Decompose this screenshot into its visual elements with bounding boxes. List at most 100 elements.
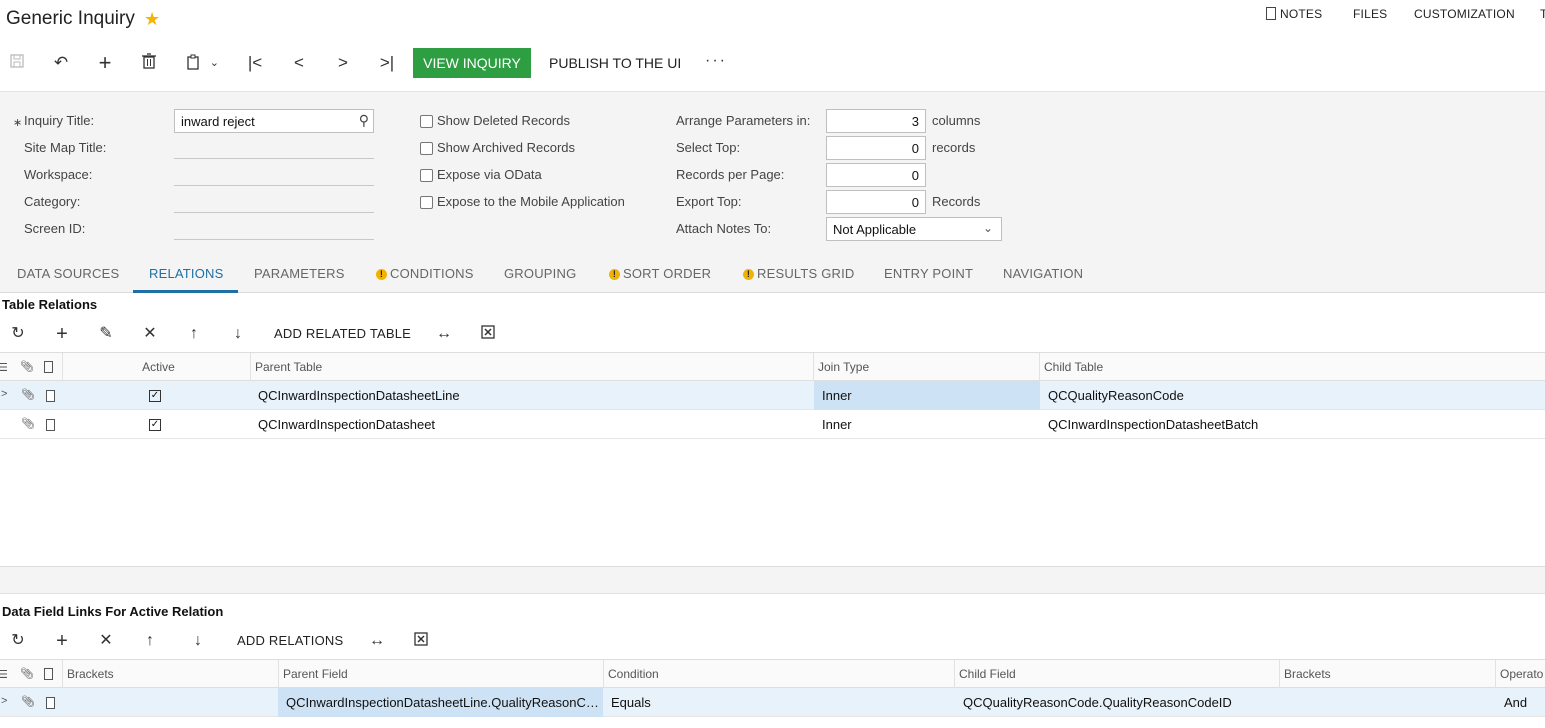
favorite-star-icon[interactable]: ★ <box>144 9 160 30</box>
col-child-table[interactable]: Child Table <box>1039 353 1545 382</box>
search-icon[interactable]: ⚲ <box>359 112 369 129</box>
export-excel-icon[interactable] <box>479 325 497 343</box>
tools-link[interactable]: T <box>1540 7 1545 21</box>
tab-grouping[interactable]: GROUPING <box>504 266 576 281</box>
row-menu-icon[interactable]: ☰ <box>0 668 8 681</box>
parent-field-cell[interactable]: QCInwardInspectionDatasheetLine.QualityR… <box>278 688 603 717</box>
delete-row-icon[interactable]: ✕ <box>97 632 115 650</box>
attachment-icon[interactable]: 📎︎ <box>21 417 35 430</box>
delete-row-icon[interactable]: ✕ <box>141 325 159 343</box>
tab-data-sources[interactable]: DATA SOURCES <box>17 266 119 281</box>
expose-odata-checkbox[interactable] <box>420 169 433 182</box>
export-excel-icon[interactable] <box>412 632 430 650</box>
save-icon[interactable] <box>7 53 27 73</box>
add-row-icon[interactable]: + <box>53 631 71 651</box>
col-active[interactable]: Active <box>62 353 250 382</box>
show-archived-checkbox[interactable] <box>420 142 433 155</box>
child-table-cell[interactable]: QCQualityReasonCode <box>1040 381 1545 410</box>
category-input[interactable] <box>174 193 374 213</box>
col-operator[interactable]: Operato <box>1495 660 1545 689</box>
join-type-cell[interactable]: Inner <box>814 410 1040 439</box>
inquiry-title-input[interactable]: inward reject ⚲ <box>174 109 374 133</box>
move-down-icon[interactable]: ↓ <box>189 632 207 650</box>
previous-record-icon[interactable]: < <box>289 53 309 73</box>
table-row[interactable]: > 📎︎ QCInwardInspectionDatasheetLine.Qua… <box>0 688 1545 717</box>
table-row[interactable]: > 📎︎ ✓ QCInwardInspectionDatasheetLine I… <box>0 381 1545 410</box>
add-icon[interactable]: + <box>95 52 115 74</box>
undo-icon[interactable]: ↶ <box>51 53 71 73</box>
export-top-input[interactable]: 0 <box>826 190 926 214</box>
more-menu-icon[interactable]: ··· <box>705 52 727 70</box>
attach-notes-select[interactable]: Not Applicable ⌄ <box>826 217 1002 241</box>
active-checkbox[interactable]: ✓ <box>149 390 161 402</box>
move-down-icon[interactable]: ↓ <box>229 325 247 343</box>
col-parent-table[interactable]: Parent Table <box>250 353 813 382</box>
move-up-icon[interactable]: ↑ <box>185 325 203 343</box>
col-child-field[interactable]: Child Field <box>954 660 1279 689</box>
note-icon[interactable] <box>46 419 55 431</box>
child-field-cell[interactable]: QCQualityReasonCode.QualityReasonCodeID <box>955 688 1279 717</box>
child-table-cell[interactable]: QCInwardInspectionDatasheetBatch <box>1040 410 1545 439</box>
row-menu-icon[interactable]: ☰ <box>0 361 8 374</box>
tab-conditions[interactable]: ! CONDITIONS <box>376 266 474 281</box>
operator-cell[interactable]: And <box>1496 688 1545 717</box>
warning-icon: ! <box>743 269 754 280</box>
attach-notes-label: Attach Notes To: <box>676 221 772 236</box>
attachment-icon[interactable]: 📎︎ <box>21 695 35 708</box>
refresh-icon[interactable]: ↻ <box>9 632 27 650</box>
view-inquiry-button[interactable]: VIEW INQUIRY <box>413 48 531 78</box>
tab-results-grid[interactable]: ! RESULTS GRID <box>743 266 855 281</box>
notes-link[interactable]: NOTES <box>1266 7 1322 21</box>
next-record-icon[interactable]: > <box>333 53 353 73</box>
col-brackets-close[interactable]: Brackets <box>1279 660 1495 689</box>
tab-relations[interactable]: RELATIONS <box>149 266 224 281</box>
attachment-icon[interactable]: 📎︎ <box>21 388 35 401</box>
active-checkbox[interactable]: ✓ <box>149 419 161 431</box>
workspace-input[interactable] <box>174 166 374 186</box>
splitter-bar[interactable] <box>0 566 1545 594</box>
arrange-parameters-input[interactable]: 3 <box>826 109 926 133</box>
col-condition[interactable]: Condition <box>603 660 954 689</box>
fit-columns-icon[interactable]: ↔ <box>368 632 386 650</box>
refresh-icon[interactable]: ↻ <box>9 325 27 343</box>
brackets-open-cell[interactable] <box>62 688 278 717</box>
move-up-icon[interactable]: ↑ <box>141 632 159 650</box>
last-record-icon[interactable]: >| <box>377 53 397 73</box>
col-join-type[interactable]: Join Type <box>813 353 1039 382</box>
expose-odata-label: Expose via OData <box>437 167 542 182</box>
copy-paste-menu[interactable]: ⌄ <box>183 53 223 73</box>
records-per-page-input[interactable]: 0 <box>826 163 926 187</box>
note-icon[interactable] <box>46 390 55 402</box>
publish-button[interactable]: PUBLISH TO THE UI <box>549 55 681 71</box>
site-map-title-input[interactable] <box>174 139 374 159</box>
join-type-cell[interactable]: Inner <box>814 381 1040 410</box>
delete-icon[interactable] <box>139 53 159 73</box>
add-related-table-button[interactable]: ADD RELATED TABLE <box>274 326 411 341</box>
customization-link[interactable]: CUSTOMIZATION <box>1414 7 1515 21</box>
col-parent-field[interactable]: Parent Field <box>278 660 603 689</box>
table-row[interactable]: 📎︎ ✓ QCInwardInspectionDatasheet Inner Q… <box>0 410 1545 439</box>
first-record-icon[interactable]: |< <box>245 53 265 73</box>
col-brackets-open[interactable]: Brackets <box>62 660 278 689</box>
tab-parameters[interactable]: PARAMETERS <box>254 266 345 281</box>
parent-table-cell[interactable]: QCInwardInspectionDatasheet <box>250 410 813 439</box>
parent-table-cell[interactable]: QCInwardInspectionDatasheetLine <box>250 381 813 410</box>
site-map-title-label: Site Map Title: <box>24 140 107 155</box>
condition-cell[interactable]: Equals <box>603 688 954 717</box>
files-link[interactable]: FILES <box>1353 7 1387 21</box>
show-deleted-checkbox[interactable] <box>420 115 433 128</box>
tab-entry-point[interactable]: ENTRY POINT <box>884 266 973 281</box>
add-relations-button[interactable]: ADD RELATIONS <box>237 633 343 648</box>
brackets-close-cell[interactable] <box>1279 688 1495 717</box>
screen-id-input[interactable] <box>174 220 374 240</box>
select-top-input[interactable]: 0 <box>826 136 926 160</box>
edit-icon[interactable]: ✎ <box>97 325 115 343</box>
attachment-header-icon: 📎︎ <box>20 361 34 373</box>
export-top-unit: Records <box>932 194 981 209</box>
note-icon[interactable] <box>46 697 55 709</box>
tab-navigation[interactable]: NAVIGATION <box>1003 266 1083 281</box>
fit-columns-icon[interactable]: ↔ <box>435 325 453 343</box>
tab-sort-order[interactable]: ! SORT ORDER <box>609 266 711 281</box>
add-row-icon[interactable]: + <box>53 324 71 344</box>
expose-mobile-checkbox[interactable] <box>420 196 433 209</box>
